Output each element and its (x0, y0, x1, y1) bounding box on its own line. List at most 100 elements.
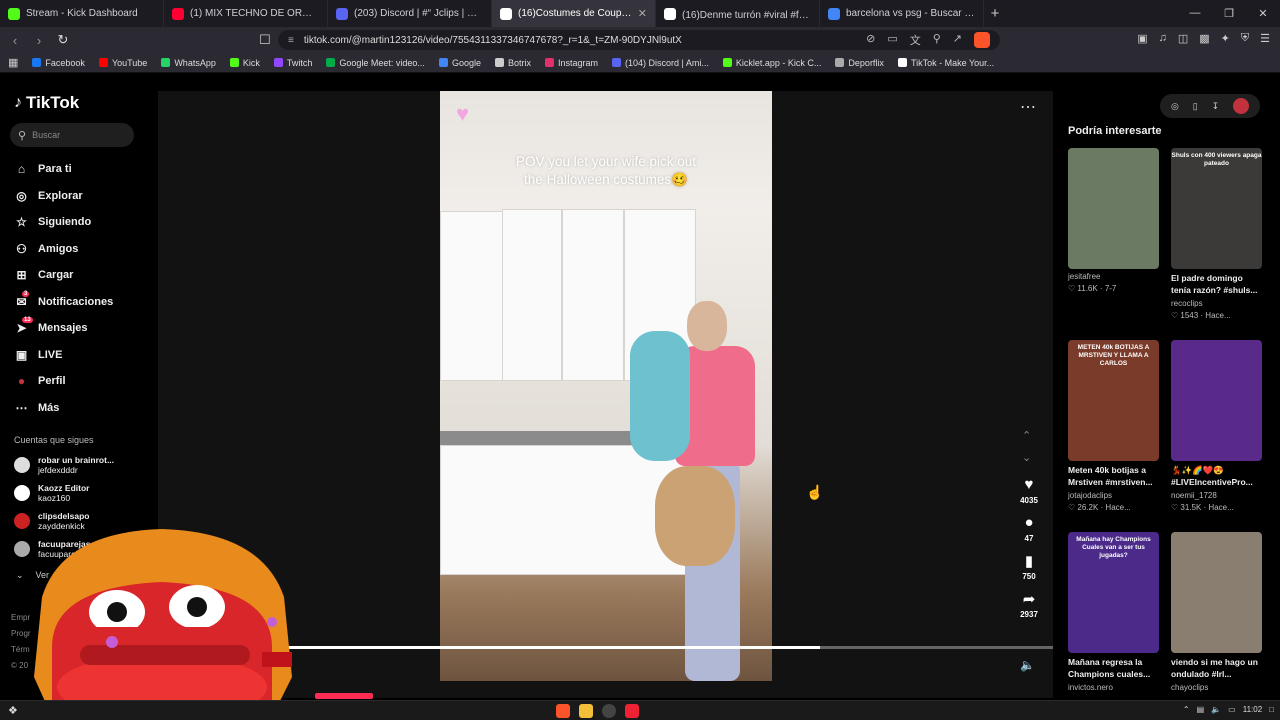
sidebar-toggle-icon[interactable]: ◫ (1178, 32, 1188, 45)
app-taskbar-icon[interactable] (625, 704, 639, 718)
cast-icon[interactable]: ▭ (887, 32, 897, 48)
new-tab-button[interactable]: + (984, 5, 1006, 22)
speaker-icon[interactable]: 🔈 (1211, 705, 1221, 714)
recommended-video[interactable]: 💃✨🌈❤️😍 #LIVEIncentivePro... noemii_1728 ♡ … (1171, 340, 1263, 512)
bookmark-item[interactable]: Kick (229, 58, 260, 68)
close-window-icon[interactable]: ✕ (1246, 7, 1280, 20)
nav-item-notificaciones[interactable]: ✉ Notificaciones 3 (14, 289, 113, 316)
recommended-video[interactable]: Mañana hay Champions Cuales van a ser tu… (1068, 532, 1160, 692)
like-action[interactable]: ♥ 4035 (1010, 476, 1048, 505)
bookmark-item[interactable]: YouTube (98, 58, 147, 68)
recommended-title[interactable]: 💃✨🌈❤️😍 #LIVEIncentivePro... (1171, 464, 1263, 488)
browser-tab[interactable]: (16)Denme turrón #viral #fypジ #pen (656, 0, 820, 27)
notifications-icon[interactable]: □ (1269, 705, 1274, 714)
address-bar[interactable]: ≡ tiktok.com/@martin123126/video/7554311… (278, 30, 1000, 50)
obs-icon[interactable] (602, 704, 616, 718)
windows-start-icon[interactable]: ❖ (8, 704, 18, 717)
recommended-video[interactable]: Shuls con 400 viewers apaga pateado El pa… (1171, 148, 1263, 320)
bookmark-item[interactable]: Google Meet: video... (326, 58, 425, 68)
browser-tab[interactable]: barcelona vs psg - Buscar con Googl (820, 0, 984, 27)
recommended-author[interactable]: invictos.nero (1068, 683, 1160, 692)
video-thumbnail[interactable]: METEN 40k BOTIJAS A MRSTIVEN Y LLAMA A C… (1068, 340, 1159, 461)
recommended-author[interactable]: chayoclips (1171, 683, 1263, 692)
recommended-title[interactable]: viendo si me hago un ondulado #lrl... (1171, 656, 1263, 680)
browser-tab[interactable]: (1) MIX TECHNO DE ORO DE 80's & (164, 0, 328, 27)
forward-icon[interactable]: › (32, 33, 46, 48)
nav-item-para-ti[interactable]: ⌂ Para ti (14, 156, 113, 183)
music-icon[interactable]: ♫ (1159, 32, 1167, 45)
video-thumbnail[interactable] (1171, 340, 1262, 461)
my-avatar[interactable] (1233, 98, 1250, 114)
bookmark-item[interactable]: Deporflix (835, 58, 884, 68)
bookmark-item[interactable]: Instagram (544, 58, 598, 68)
bookmark-item[interactable]: TikTok - Make Your... (897, 58, 994, 68)
share-icon[interactable]: ↗ (953, 32, 962, 48)
bookmark-item[interactable]: Twitch (273, 58, 312, 68)
comment-action[interactable]: ● 47 (1010, 514, 1048, 543)
reader-icon[interactable]: ⊘ (866, 32, 875, 48)
bookmark-page-icon[interactable]: ☐ (258, 32, 272, 48)
wallet-extension-icon[interactable]: ▩ (1199, 32, 1209, 45)
battery-icon[interactable]: ▭ (1228, 705, 1236, 714)
apps-icon[interactable]: ▦ (8, 56, 18, 69)
zoom-icon[interactable]: ⚲ (933, 32, 941, 48)
nav-item-live[interactable]: ▣ LIVE (14, 342, 113, 369)
share-action[interactable]: ➦ 2937 (1010, 590, 1048, 619)
nav-item-m-s[interactable]: ⋯ Más (14, 395, 113, 422)
browser-tab[interactable]: (16)Costumes de Couple les ✕ (492, 0, 656, 27)
file-explorer-icon[interactable] (579, 704, 593, 718)
next-video-icon[interactable]: ⌄ (1022, 451, 1031, 464)
device-icon[interactable]: ▯ (1193, 101, 1198, 112)
followed-account[interactable]: Kaozz Editor kaoz160 (14, 479, 114, 507)
translate-icon[interactable]: 文 (910, 32, 921, 48)
video-player[interactable]: ♥ POV you let your wife pick out the Hal… (440, 91, 772, 681)
bookmark-item[interactable]: (104) Discord | Ami... (612, 58, 709, 68)
recommended-title[interactable]: El padre domingo tenía razón? #shuls... (1171, 272, 1263, 296)
nav-item-explorar[interactable]: ◎ Explorar (14, 183, 113, 210)
volume-icon[interactable]: 🔈 (1020, 658, 1035, 672)
browser-tab[interactable]: Stream - Kick Dashboard (0, 0, 164, 27)
search-input[interactable]: ⚲ Buscar (10, 123, 134, 147)
video-thumbnail[interactable]: Shuls con 400 viewers apaga pateado (1171, 148, 1262, 269)
tray-chevron-icon[interactable]: ⌃ (1183, 705, 1190, 714)
more-options-icon[interactable]: ⋯ (1020, 97, 1037, 117)
browser-tab[interactable]: (203) Discord | #“ Jclips | SAPOLIC (328, 0, 492, 27)
recommended-video[interactable]: METEN 40k BOTIJAS A MRSTIVEN Y LLAMA A C… (1068, 340, 1160, 512)
close-tab-icon[interactable]: ✕ (638, 7, 647, 20)
reload-icon[interactable]: ↻ (56, 32, 70, 48)
bookmark-item[interactable]: WhatsApp (161, 58, 216, 68)
network-icon[interactable]: ▤ (1197, 705, 1205, 714)
nav-item-siguiendo[interactable]: ☆ Siguiendo (14, 209, 113, 236)
recommended-author[interactable]: noemii_1728 (1171, 491, 1263, 500)
download-icon[interactable]: ↧ (1212, 101, 1220, 112)
menu-icon[interactable]: ☰ (1260, 32, 1270, 45)
vpn-icon[interactable]: ⛨ (1241, 32, 1249, 45)
video-thumbnail[interactable] (1068, 148, 1159, 269)
previous-video-icon[interactable]: ⌃ (1022, 429, 1031, 442)
recommended-title[interactable]: Meten 40k botijas a Mrstiven #mrstiven..… (1068, 464, 1160, 488)
recommended-author[interactable]: recoclips (1171, 299, 1263, 308)
video-thumbnail[interactable] (1171, 532, 1262, 653)
recommended-video[interactable]: viendo si me hago un ondulado #lrl... cha… (1171, 532, 1263, 692)
nav-item-mensajes[interactable]: ➤ Mensajes 13 (14, 315, 113, 342)
clock[interactable]: 11:02 (1243, 705, 1262, 714)
back-icon[interactable]: ‹ (8, 33, 22, 48)
followed-account[interactable]: robar un brainrot... jefdexdddr (14, 451, 114, 479)
bookmark-item[interactable]: Google (438, 58, 481, 68)
minimize-icon[interactable]: — (1178, 7, 1212, 20)
nav-item-amigos[interactable]: ⚇ Amigos (14, 236, 113, 263)
leo-icon[interactable]: ✦ (1221, 32, 1230, 45)
brave-shields-icon[interactable] (974, 32, 990, 48)
brave-taskbar-icon[interactable] (556, 704, 570, 718)
recommended-author[interactable]: jesitafree (1068, 272, 1160, 281)
bookmark-item[interactable]: Botrix (494, 58, 531, 68)
video-thumbnail[interactable]: Mañana hay Champions Cuales van a ser tu… (1068, 532, 1159, 653)
tiktok-logo[interactable]: ♪ TikTok (14, 93, 79, 113)
bookmark-item[interactable]: Kicklet.app - Kick C... (722, 58, 821, 68)
restore-icon[interactable]: ❐ (1212, 7, 1246, 20)
nav-item-perfil[interactable]: ● Perfil (14, 368, 113, 395)
nav-item-cargar[interactable]: ⊞ Cargar (14, 262, 113, 289)
recommended-author[interactable]: jotajodaclips (1068, 491, 1160, 500)
recommended-title[interactable]: Mañana regresa la Champions cuales... (1068, 656, 1160, 680)
coins-icon[interactable]: ◎ (1171, 101, 1179, 112)
